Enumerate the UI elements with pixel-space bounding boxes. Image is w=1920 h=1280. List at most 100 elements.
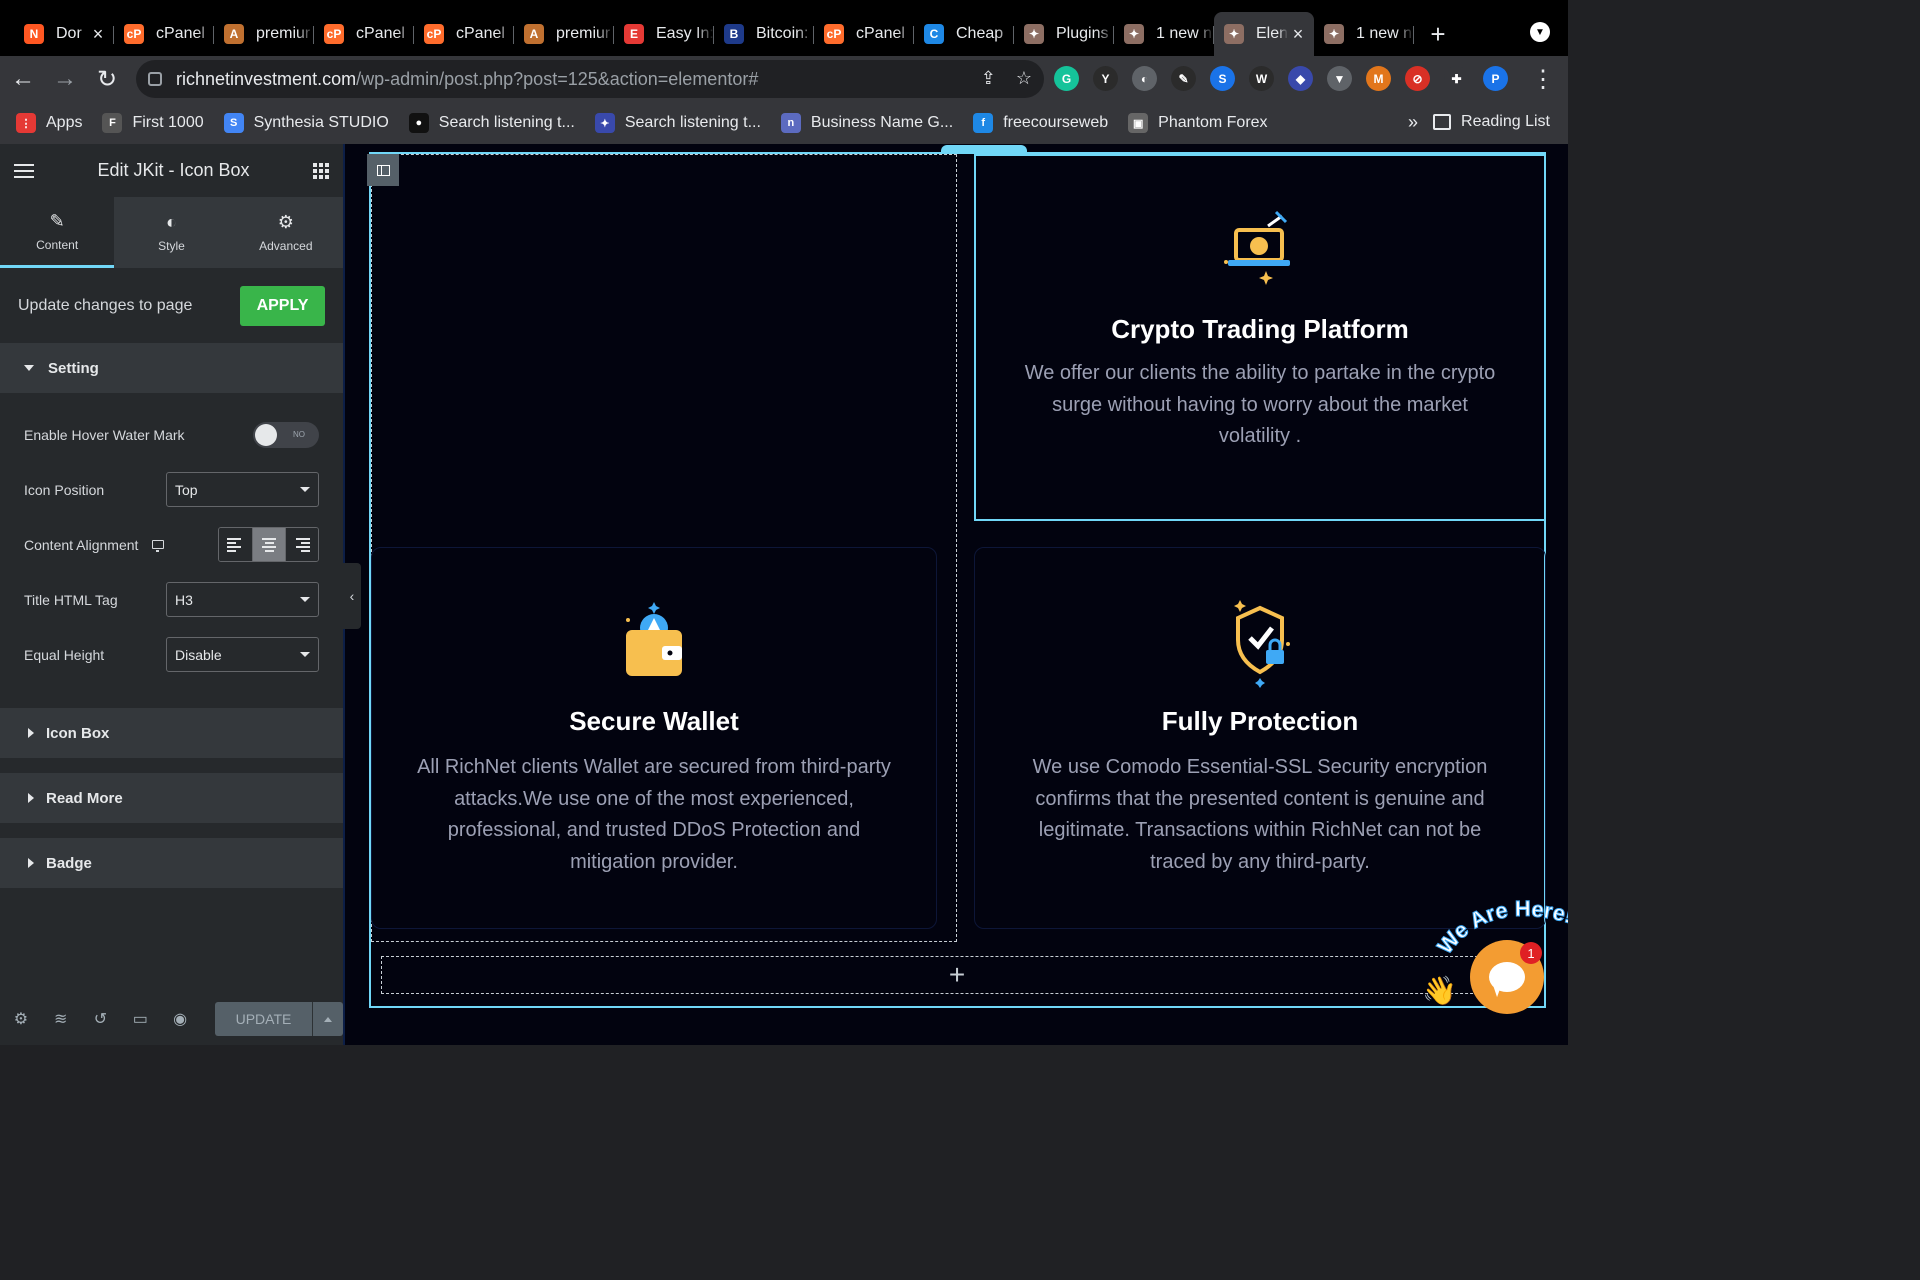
browser-tab[interactable]: B Bitcoin: bbox=[714, 12, 814, 56]
ext-block-extension-icon[interactable]: ⊘ bbox=[1405, 66, 1430, 91]
add-section-button[interactable]: + bbox=[381, 956, 1533, 994]
update-button-group: UPDATE bbox=[214, 1002, 343, 1036]
apply-button[interactable]: APPLY bbox=[240, 285, 325, 326]
browser-tab[interactable]: cP cPanel bbox=[314, 12, 414, 56]
bookmark-favicon-icon: F bbox=[102, 113, 123, 133]
ext-v-extension-icon[interactable]: ▼ bbox=[1327, 66, 1352, 91]
address-bar[interactable]: richnetinvestment.com/wp-admin/post.php?… bbox=[136, 60, 1044, 98]
browser-tab[interactable]: ✦ 1 new n bbox=[1114, 12, 1214, 56]
title-tag-select[interactable]: H3 bbox=[166, 582, 319, 617]
bookmark-item[interactable]: S Synthesia STUDIO bbox=[223, 113, 389, 133]
wordpress-extension-icon[interactable]: W bbox=[1249, 66, 1274, 91]
ext-circle-extension-icon[interactable]: ◐ bbox=[1132, 66, 1157, 91]
lock-icon[interactable] bbox=[148, 72, 162, 86]
browser-tab[interactable]: cP cPanel bbox=[814, 12, 914, 56]
tab-close-icon[interactable]: × bbox=[88, 24, 108, 45]
widgets-grid-icon[interactable] bbox=[313, 162, 329, 179]
bookmark-item[interactable]: n Business Name G... bbox=[780, 113, 953, 133]
history-icon[interactable]: ↺ bbox=[92, 1009, 110, 1029]
settings-gear-icon[interactable]: ⚙ bbox=[12, 1009, 30, 1029]
panel-tab-advanced[interactable]: ⚙ Advanced bbox=[229, 197, 343, 268]
section-badge-header[interactable]: Badge bbox=[0, 838, 343, 888]
reload-icon[interactable]: ↻ bbox=[88, 60, 126, 98]
tab-search-icon[interactable]: ▼ bbox=[1530, 22, 1550, 42]
desktop-icon[interactable] bbox=[152, 540, 165, 552]
panel-tab-label: Content bbox=[36, 237, 79, 252]
extensions-puzzle-extension-icon[interactable]: ✚ bbox=[1444, 66, 1469, 91]
column-edit-handle[interactable] bbox=[367, 154, 399, 186]
align-left-button[interactable] bbox=[219, 528, 252, 561]
forward-icon[interactable]: → bbox=[46, 60, 84, 98]
tab-close-icon[interactable]: × bbox=[1288, 24, 1308, 45]
bookmark-item[interactable]: f freecourseweb bbox=[973, 113, 1108, 133]
content-alignment-label: Content Alignment bbox=[24, 536, 139, 553]
tab-favicon-icon: ✦ bbox=[1024, 24, 1044, 44]
section-read-more-header[interactable]: Read More bbox=[0, 773, 343, 823]
menu-icon[interactable] bbox=[14, 163, 34, 178]
icon-position-select[interactable]: Top bbox=[166, 472, 319, 507]
title-tag-value: H3 bbox=[175, 591, 193, 608]
update-options-button[interactable] bbox=[311, 1002, 343, 1036]
tab-favicon-icon: E bbox=[624, 24, 644, 44]
browser-tab[interactable]: Apremiur bbox=[214, 12, 314, 56]
control-equal-height: Equal Height Disable bbox=[24, 627, 319, 682]
bookmark-item[interactable]: ● Search listening t... bbox=[408, 113, 575, 133]
apply-text: Update changes to page bbox=[18, 296, 193, 314]
tab-favicon-icon: A bbox=[524, 24, 544, 44]
back-icon[interactable]: ← bbox=[4, 60, 42, 98]
ext-pen-extension-icon[interactable]: ✎ bbox=[1171, 66, 1196, 91]
browser-tab[interactable]: C Cheap bbox=[914, 12, 1014, 56]
hover-watermark-toggle[interactable]: NO bbox=[253, 421, 319, 448]
reading-list-button[interactable]: Reading List bbox=[1433, 113, 1550, 131]
reading-list-icon bbox=[1433, 114, 1452, 130]
icon-box-secure-wallet[interactable]: Secure Wallet All RichNet clients Wallet… bbox=[371, 547, 937, 929]
browser-tab[interactable]: ✦ Plugins bbox=[1014, 12, 1114, 56]
browser-tab[interactable]: N Dor × bbox=[14, 12, 114, 56]
section-handle[interactable] bbox=[941, 145, 1027, 153]
bookmark-item[interactable]: F First 1000 bbox=[102, 113, 204, 133]
icon-box-crypto-trading[interactable]: Crypto Trading Platform We offer our cli… bbox=[974, 154, 1546, 521]
card-title: Secure Wallet bbox=[569, 706, 739, 736]
metamask-extension-icon[interactable]: M bbox=[1366, 66, 1391, 91]
panel-tab-style[interactable]: ◐ Style bbox=[114, 197, 228, 268]
navigator-layers-icon[interactable]: ≋ bbox=[52, 1009, 70, 1029]
browser-tab[interactable]: E Easy In: bbox=[614, 12, 714, 56]
update-button[interactable]: UPDATE bbox=[214, 1002, 312, 1036]
extensions-bar: G Y ◐ ✎ S W ◆ ▼ M ⊘ ✚ P bbox=[1054, 66, 1508, 91]
card-title: Crypto Trading Platform bbox=[1111, 314, 1409, 344]
align-center-button[interactable] bbox=[252, 528, 285, 561]
ext-shield-extension-icon[interactable]: ◆ bbox=[1288, 66, 1313, 91]
bookmark-item[interactable]: ▣ Phantom Forex bbox=[1128, 113, 1268, 133]
apply-row: Update changes to page APPLY bbox=[0, 268, 343, 343]
section-icon-box-header[interactable]: Icon Box bbox=[0, 708, 343, 758]
browser-tab[interactable]: ✦ Elen × bbox=[1214, 12, 1314, 56]
chat-widget[interactable]: We Are Here! 👋 1 bbox=[1418, 896, 1568, 1026]
browser-tab[interactable]: cP cPanel bbox=[114, 12, 214, 56]
yoast-extension-icon[interactable]: Y bbox=[1093, 66, 1118, 91]
bookmark-star-icon[interactable]: ☆ bbox=[1016, 68, 1032, 89]
bookmark-item[interactable]: ⋮ Apps bbox=[16, 113, 82, 133]
preview-eye-icon[interactable]: ◉ bbox=[171, 1009, 189, 1029]
profile-extension-icon[interactable]: P bbox=[1483, 66, 1508, 91]
elementor-panel: Edit JKit - Icon Box ✎ Content ◐ Style ⚙ Adva… bbox=[0, 144, 343, 1045]
panel-tab-content[interactable]: ✎ Content bbox=[0, 197, 115, 268]
chrome-menu-icon[interactable]: ⋮ bbox=[1524, 60, 1562, 98]
equal-height-select[interactable]: Disable bbox=[166, 637, 319, 672]
browser-tab[interactable]: ✦ 1 new n bbox=[1314, 12, 1414, 56]
panel-collapse-handle[interactable]: ‹ bbox=[343, 563, 361, 629]
bookmarks-overflow-icon[interactable]: » bbox=[1408, 112, 1418, 133]
new-tab-button[interactable]: + bbox=[1418, 12, 1458, 56]
grammarly-extension-icon[interactable]: G bbox=[1054, 66, 1079, 91]
section-setting-header[interactable]: Setting bbox=[0, 343, 343, 393]
responsive-mode-icon[interactable]: ▭ bbox=[131, 1009, 149, 1029]
bookmark-label: Synthesia STUDIO bbox=[253, 114, 389, 131]
tab-favicon-icon: ✦ bbox=[1224, 24, 1244, 44]
align-right-button[interactable] bbox=[285, 528, 318, 561]
ext-s-extension-icon[interactable]: S bbox=[1210, 66, 1235, 91]
browser-tab[interactable]: cP cPanel bbox=[414, 12, 514, 56]
share-icon[interactable]: ⇪ bbox=[981, 68, 996, 89]
browser-tab[interactable]: Apremiur bbox=[514, 12, 614, 56]
bookmark-item[interactable]: ✦ Search listening t... bbox=[594, 113, 761, 133]
section-title: Icon Box bbox=[46, 724, 110, 742]
icon-box-fully-protection[interactable]: Fully Protection We use Comodo Essential… bbox=[974, 547, 1546, 929]
